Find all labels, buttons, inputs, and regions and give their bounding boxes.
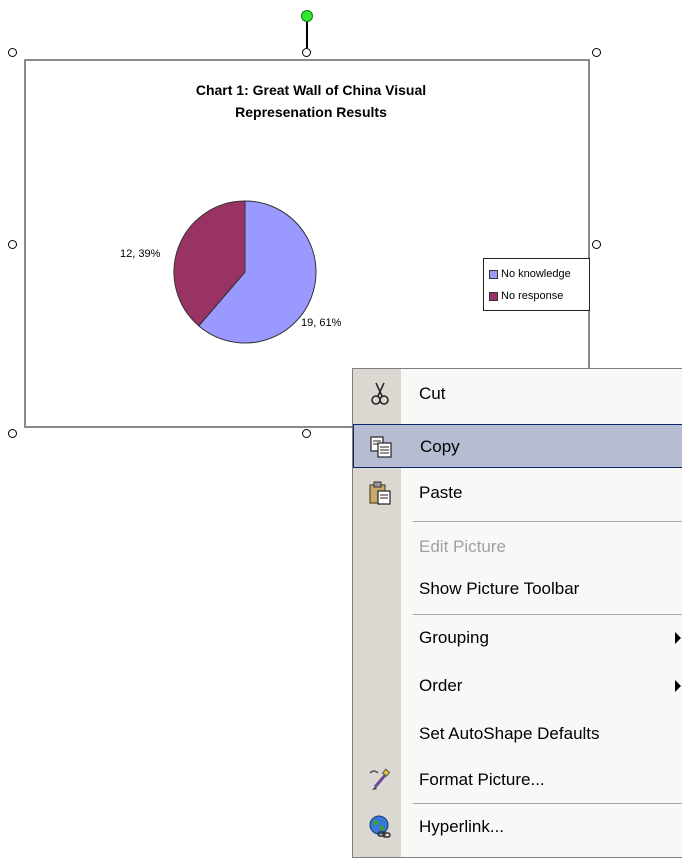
menu-label-paste: Paste <box>419 483 463 502</box>
format-picture-icon <box>369 768 391 790</box>
menu-label-edit-picture: Edit Picture <box>419 537 506 556</box>
context-menu: Cut Copy Paste Edit Picture Show Picture… <box>352 368 682 858</box>
menu-label-grouping: Grouping <box>419 628 489 647</box>
legend-label-no-response: No response <box>501 290 564 302</box>
menu-item-copy[interactable]: Copy <box>353 424 682 468</box>
data-label-no-response: 12, 39% <box>120 248 161 260</box>
menu-label-format-picture: Format Picture... <box>419 770 545 789</box>
menu-separator <box>413 803 682 804</box>
resize-handle-bottom-left[interactable] <box>8 429 17 438</box>
menu-item-paste[interactable]: Paste <box>353 471 682 515</box>
resize-handle-left[interactable] <box>8 240 17 249</box>
legend-label-no-knowledge: No knowledge <box>501 268 571 280</box>
menu-label-order: Order <box>419 676 463 695</box>
menu-item-show-picture-toolbar[interactable]: Show Picture Toolbar <box>353 567 682 611</box>
rotation-handle[interactable] <box>301 10 313 22</box>
menu-item-edit-picture: Edit Picture <box>353 525 682 569</box>
data-label-no-knowledge: 19, 61% <box>301 317 342 329</box>
resize-handle-bottom[interactable] <box>302 429 311 438</box>
legend-item-no-response: No response <box>489 285 589 307</box>
menu-separator <box>413 521 682 522</box>
menu-item-order[interactable]: Order <box>353 664 682 708</box>
hyperlink-globe-icon <box>369 815 391 838</box>
resize-handle-top-right[interactable] <box>592 48 601 57</box>
rotation-handle-stem <box>306 22 308 48</box>
chart-legend: No knowledge No response <box>483 258 590 311</box>
scissors-icon <box>371 382 389 405</box>
menu-separator <box>413 614 682 615</box>
resize-handle-top-left[interactable] <box>8 48 17 57</box>
paste-icon <box>369 481 391 505</box>
copy-icon <box>370 436 392 458</box>
menu-label-cut: Cut <box>419 384 446 403</box>
menu-item-format-picture[interactable]: Format Picture... <box>353 758 682 802</box>
menu-label-hyperlink: Hyperlink... <box>419 817 505 836</box>
menu-label-show-picture-toolbar: Show Picture Toolbar <box>419 579 580 598</box>
menu-label-set-autoshape-defaults: Set AutoShape Defaults <box>419 724 600 743</box>
legend-swatch-no-response <box>489 291 498 301</box>
menu-item-hyperlink[interactable]: Hyperlink... <box>353 805 682 849</box>
resize-handle-right[interactable] <box>592 240 601 249</box>
menu-item-set-autoshape-defaults[interactable]: Set AutoShape Defaults <box>353 712 682 756</box>
submenu-arrow-icon <box>675 680 681 692</box>
resize-handle-top[interactable] <box>302 48 311 57</box>
submenu-arrow-icon <box>675 632 681 644</box>
legend-swatch-no-knowledge <box>489 269 498 279</box>
menu-item-cut[interactable]: Cut <box>353 372 682 416</box>
legend-item-no-knowledge: No knowledge <box>489 263 589 285</box>
menu-label-copy: Copy <box>420 437 460 456</box>
menu-item-grouping[interactable]: Grouping <box>353 616 682 660</box>
